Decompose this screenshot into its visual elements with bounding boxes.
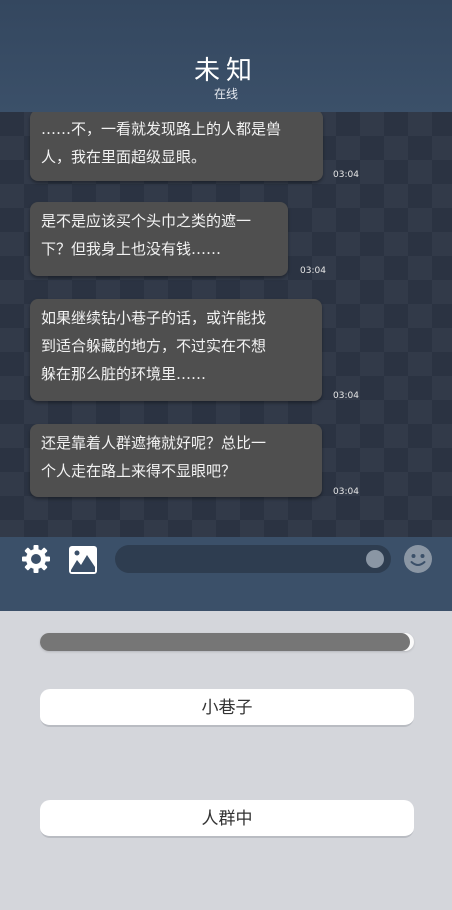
message-time: 03:04 [333, 391, 359, 401]
contact-status: 在线 [213, 87, 238, 101]
message-line: 人，我在里面超级显眼。 [41, 148, 207, 166]
message-time: 03:04 [333, 170, 359, 180]
message-line: 个人走在路上来得不显眼吧？ [41, 462, 237, 480]
message-bubble: 是不是应该买个头巾之类的遮一 下？但我身上也没有钱…… [30, 202, 288, 276]
chat-header: 未知 在线 [0, 0, 452, 112]
message-time: 03:04 [300, 266, 326, 276]
choice-button-crowd[interactable]: 人群中 [40, 800, 414, 838]
message-line: 是不是应该买个头巾之类的遮一 [41, 212, 252, 230]
image-icon[interactable] [68, 545, 98, 575]
message-line: 下？但我身上也没有钱…… [41, 240, 222, 258]
message-time: 03:04 [333, 487, 359, 497]
message-bubble: 如果继续钻小巷子的话，或许能找 到适合躲藏的地方，不过实在不想 躲在那么脏的环境… [30, 299, 322, 401]
message-input[interactable] [115, 545, 391, 573]
message-list[interactable]: ……不，一看就发现路上的人都是兽 人，我在里面超级显眼。 03:04 是不是应该… [0, 112, 452, 537]
message-line: ……不，一看就发现路上的人都是兽 [41, 120, 282, 138]
message-bubble: 还是靠着人群遮掩就好呢？总比一 个人走在路上来得不显眼吧？ [30, 424, 322, 497]
choice-button-alley[interactable]: 小巷子 [40, 689, 414, 727]
choice-timer-bar [40, 633, 414, 651]
message-bubble: ……不，一看就发现路上的人都是兽 人，我在里面超级显眼。 [30, 112, 323, 181]
contact-name: 未知 [193, 56, 258, 86]
message-line: 躲在那么脏的环境里…… [41, 365, 207, 383]
gear-icon[interactable] [20, 543, 52, 575]
message-line: 还是靠着人群遮掩就好呢？总比一 [41, 434, 267, 452]
send-button[interactable] [366, 550, 384, 568]
choice-timer-fill [40, 633, 411, 651]
message-line: 如果继续钻小巷子的话，或许能找 [41, 309, 267, 327]
message-line: 到适合躲藏的地方，不过实在不想 [41, 337, 267, 355]
smiley-icon[interactable] [403, 544, 433, 574]
